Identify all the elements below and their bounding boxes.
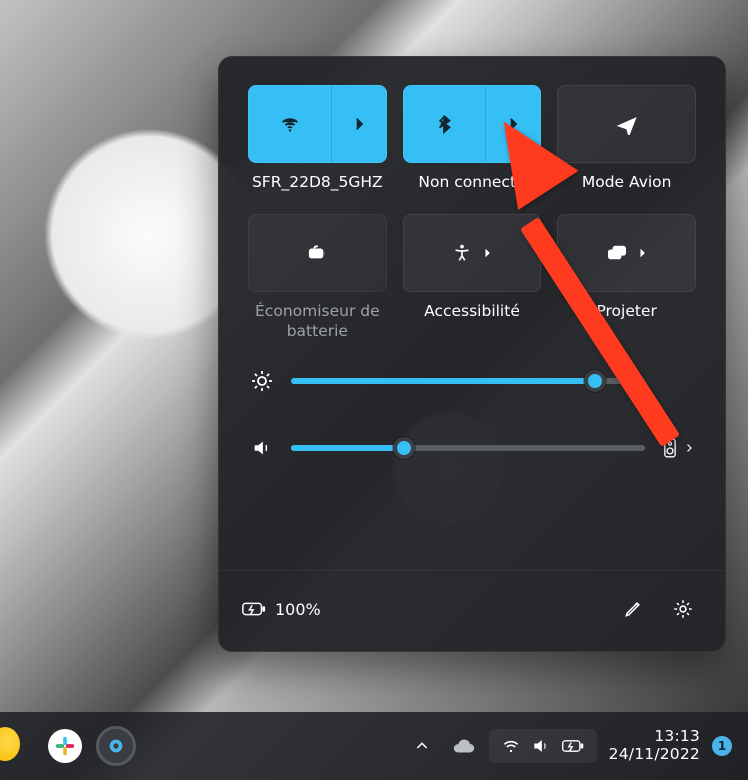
wifi-toggle[interactable] [248, 85, 387, 163]
battery-saver-label: Économiseur de batterie [249, 302, 386, 341]
system-tray[interactable] [489, 729, 597, 763]
taskbar-app-settings[interactable] [96, 726, 136, 766]
audio-output-selector[interactable] [661, 437, 695, 459]
panel-footer: 100% [219, 570, 725, 629]
open-settings-button[interactable] [663, 589, 703, 629]
tile-bluetooth: Non connecté [404, 85, 541, 192]
battery-icon [561, 737, 585, 755]
settings-app-icon [107, 737, 125, 755]
quick-settings-panel: SFR_22D8_5GHZ Non connecté Mode Avion [218, 56, 726, 652]
sun-icon [250, 369, 274, 393]
wifi-button[interactable] [249, 86, 331, 162]
wifi-icon [279, 113, 301, 135]
battery-charging-icon [241, 599, 267, 619]
bluetooth-expand[interactable] [485, 86, 540, 162]
pencil-icon [623, 599, 643, 619]
battery-saver-toggle [248, 214, 387, 292]
taskbar-clock[interactable]: 13:13 24/11/2022 [609, 728, 700, 764]
speaker-icon [531, 736, 551, 756]
volume-icon[interactable] [249, 437, 275, 459]
brightness-icon [249, 369, 275, 393]
bluetooth-button[interactable] [404, 86, 486, 162]
bluetooth-icon [433, 113, 455, 135]
wifi-icon [501, 736, 521, 756]
notification-count: 1 [718, 739, 726, 753]
airplane-toggle[interactable] [557, 85, 696, 163]
chevron-up-icon [414, 738, 430, 754]
wifi-label: SFR_22D8_5GHZ [252, 173, 383, 192]
chevron-right-icon [350, 115, 368, 133]
cloud-icon [452, 736, 476, 756]
project-toggle[interactable] [557, 214, 696, 292]
tile-airplane: Mode Avion [558, 85, 695, 192]
brightness-slider[interactable] [291, 378, 645, 384]
airplane-label: Mode Avion [582, 173, 672, 192]
project-label: Projeter [596, 302, 656, 321]
brightness-thumb[interactable] [584, 370, 606, 392]
taskbar: 13:13 24/11/2022 1 [0, 712, 748, 780]
clock-date: 24/11/2022 [609, 746, 700, 764]
airplane-icon [616, 113, 638, 135]
chevron-right-icon [481, 247, 493, 259]
battery-percent-text: 100% [275, 600, 321, 619]
gear-icon [672, 598, 694, 620]
audio-device-icon [661, 437, 679, 459]
tile-battery-saver: Économiseur de batterie [249, 214, 386, 341]
sliders-section [249, 369, 695, 459]
project-icon [606, 242, 628, 264]
tile-wifi: SFR_22D8_5GHZ [249, 85, 386, 192]
battery-status[interactable]: 100% [241, 599, 321, 619]
tile-project: Projeter [558, 214, 695, 341]
brightness-slider-row [249, 369, 695, 393]
battery-saver-icon [306, 242, 328, 264]
taskbar-app-slack[interactable] [48, 729, 82, 763]
slack-icon [54, 735, 76, 757]
speaker-icon [251, 437, 273, 459]
volume-slider[interactable] [291, 445, 645, 451]
notification-badge[interactable]: 1 [712, 736, 732, 756]
bluetooth-toggle[interactable] [403, 85, 542, 163]
tray-onedrive[interactable] [451, 733, 477, 759]
chevron-right-icon [683, 442, 695, 454]
wifi-expand[interactable] [331, 86, 386, 162]
accessibility-label: Accessibilité [424, 302, 520, 321]
tile-accessibility: Accessibilité [404, 214, 541, 341]
bluetooth-label: Non connecté [418, 173, 525, 192]
volume-thumb[interactable] [393, 437, 415, 459]
quick-settings-tiles: SFR_22D8_5GHZ Non connecté Mode Avion [249, 85, 695, 341]
volume-slider-row [249, 437, 695, 459]
clock-time: 13:13 [654, 728, 700, 746]
accessibility-icon [451, 242, 473, 264]
chevron-right-icon [504, 115, 522, 133]
edit-quick-settings-button[interactable] [613, 589, 653, 629]
accessibility-toggle[interactable] [403, 214, 542, 292]
tray-overflow-button[interactable] [405, 729, 439, 763]
chevron-right-icon [636, 247, 648, 259]
